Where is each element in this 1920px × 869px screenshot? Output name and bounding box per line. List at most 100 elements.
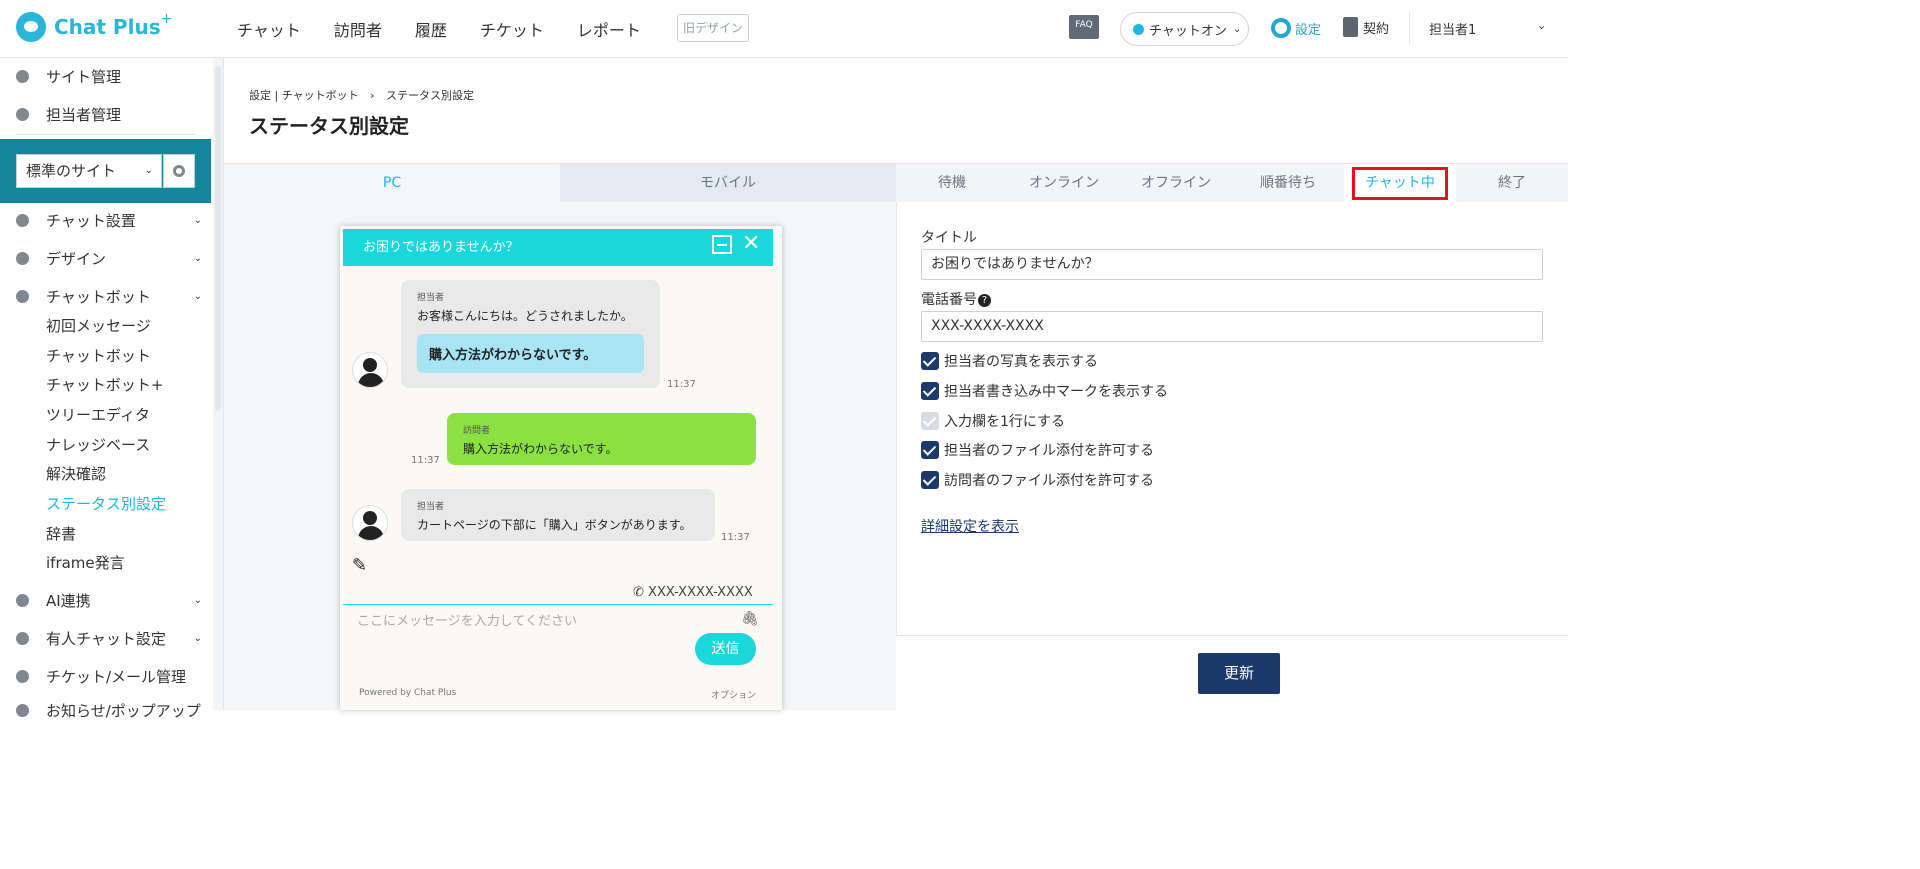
site-select[interactable]: 標準のサイト ⌄ — [16, 154, 162, 188]
sidebar-subitem-dictionary[interactable]: 辞書 — [46, 523, 76, 544]
user-menu[interactable]: 担当者1 — [1429, 19, 1476, 38]
help-icon[interactable]: ? — [978, 294, 991, 307]
checkbox-label: 訪問者のファイル添付を許可する — [944, 473, 1154, 489]
nav-history[interactable]: 履歴 — [415, 17, 447, 41]
checkbox-icon[interactable] — [921, 471, 939, 489]
tab-mobile[interactable]: モバイル — [560, 164, 896, 202]
sidebar-item-label: AI連携 — [46, 592, 91, 610]
breadcrumb: 設定 | チャットボット › ステータス別設定 — [249, 87, 474, 103]
sidebar-subitem-chatbot-plus[interactable]: チャットボット+ — [46, 374, 163, 395]
message-time: 11:37 — [411, 455, 440, 466]
checkbox-typing-mark[interactable]: 担当者書き込み中マークを表示する — [921, 381, 1168, 401]
update-button[interactable]: 更新 — [1198, 653, 1280, 694]
sidebar-item-design[interactable]: デザイン ⌄ — [16, 248, 202, 269]
breadcrumb-separator: › — [370, 89, 375, 102]
sender-name: 訪問者 — [463, 426, 491, 436]
message-input[interactable]: ここにメッセージを入力してください — [357, 610, 577, 629]
old-design-button[interactable]: 旧デザイン — [677, 14, 749, 42]
sidebar-scroll-thumb[interactable] — [215, 66, 221, 411]
sidebar-subitem-chatbot[interactable]: チャットボット — [46, 345, 151, 366]
sidebar-item-label: チャットボット — [46, 288, 151, 306]
breadcrumb-root[interactable]: 設定 | チャットボット — [249, 89, 359, 102]
user-icon — [16, 108, 29, 121]
checkbox-single-line: 入力欄を1行にする — [921, 411, 1065, 431]
divider — [896, 635, 1568, 636]
site-settings-button[interactable] — [163, 154, 195, 188]
tab-in-chat[interactable]: チャット中 — [1344, 164, 1456, 202]
paperclip-icon[interactable]: 🖇 — [741, 611, 759, 627]
headset-icon — [16, 632, 29, 645]
sidebar-item-ai[interactable]: AI連携 ⌄ — [16, 590, 202, 611]
checkbox-icon[interactable] — [921, 352, 939, 370]
send-button[interactable]: 送信 — [695, 633, 756, 665]
tab-pc[interactable]: PC — [224, 164, 560, 202]
sidebar-subitem-knowledge-base[interactable]: ナレッジベース — [46, 434, 150, 455]
message-time: 11:37 — [667, 379, 696, 390]
sidebar-subitem-first-message[interactable]: 初回メッセージ — [46, 315, 151, 336]
checkbox-show-photo[interactable]: 担当者の写真を表示する — [921, 351, 1098, 371]
chevron-down-icon[interactable]: ⌄ — [1537, 19, 1546, 32]
settings-label: 設定 — [1295, 22, 1322, 38]
chat-icon — [16, 290, 29, 303]
status-tabs: 待機 オンライン オフライン 順番待ち チャット中 終了 — [896, 164, 1568, 202]
sidebar-item-chatbot[interactable]: チャットボット ⌄ — [16, 286, 202, 307]
sidebar-item-notice-popup[interactable]: お知らせ/ポップアップ — [16, 700, 202, 721]
chat-status-label: チャットオン — [1149, 23, 1227, 39]
nav-tickets[interactable]: チケット — [480, 17, 544, 41]
tab-queue[interactable]: 順番待ち — [1232, 164, 1344, 202]
minimize-icon[interactable] — [712, 235, 732, 254]
powered-by-text: Powered by Chat Plus — [359, 688, 457, 698]
sidebar-item-staff-management[interactable]: 担当者管理 — [16, 104, 202, 125]
phone-input[interactable]: XXX-XXXX-XXXX — [921, 311, 1543, 342]
phone-label-text: 電話番号 — [921, 292, 977, 308]
checkbox-operator-attach[interactable]: 担当者のファイル添付を許可する — [921, 440, 1154, 460]
sidebar-subitem-tree-editor[interactable]: ツリーエディタ — [46, 404, 150, 425]
ticket-icon — [16, 670, 29, 683]
sidebar-item-chat-setup[interactable]: チャット設置 ⌄ — [16, 210, 202, 231]
checkbox-icon[interactable] — [921, 441, 939, 459]
bell-icon — [16, 704, 29, 717]
sidebar-item-site-management[interactable]: サイト管理 — [16, 66, 202, 87]
sidebar-item-live-chat[interactable]: 有人チャット設定 ⌄ — [16, 628, 202, 649]
document-icon — [1343, 17, 1358, 37]
operator-message: 担当者 お客様こんにちは。どうされましたか。 購入方法がわからないです。 — [401, 280, 660, 388]
show-detail-settings-link[interactable]: 詳細設定を表示 — [921, 516, 1019, 536]
page-header: 設定 | チャットボット › ステータス別設定 ステータス別設定 — [224, 58, 1568, 164]
faq-icon[interactable]: FAQ — [1069, 15, 1099, 39]
tab-in-chat-label: チャット中 — [1352, 167, 1448, 200]
checkbox-visitor-attach[interactable]: 訪問者のファイル添付を許可する — [921, 470, 1154, 490]
logo[interactable]: Chat Plus + — [16, 11, 172, 42]
sidebar-subitem-status-settings[interactable]: ステータス別設定 — [46, 493, 166, 514]
phone-text: XXX-XXXX-XXXX — [648, 585, 753, 600]
settings-panel — [896, 164, 1568, 710]
gear-icon — [173, 165, 185, 177]
tab-offline[interactable]: オフライン — [1120, 164, 1232, 202]
logo-text: Chat Plus — [54, 15, 161, 39]
checkbox-icon[interactable] — [921, 382, 939, 400]
nav-chat[interactable]: チャット — [237, 17, 301, 41]
choice-button[interactable]: 購入方法がわからないです。 — [417, 334, 644, 373]
tab-online[interactable]: オンライン — [1008, 164, 1120, 202]
title-input[interactable]: お困りではありませんか？ — [921, 249, 1543, 280]
divider — [1409, 12, 1410, 44]
sidebar-subitem-resolution-check[interactable]: 解決確認 — [46, 463, 106, 484]
message-text: お客様こんにちは。どうされましたか。 — [417, 309, 633, 323]
visitor-message: 訪問者 購入方法がわからないです。 — [447, 413, 756, 465]
close-icon[interactable]: ✕ — [742, 230, 760, 257]
nav-visitors[interactable]: 訪問者 — [334, 17, 382, 41]
chat-status-dropdown[interactable]: チャットオン ⌄ — [1120, 12, 1249, 46]
site-select-value: 標準のサイト — [26, 162, 117, 180]
sender-name: 担当者 — [417, 502, 445, 512]
sidebar-item-label: チャット設置 — [46, 212, 136, 230]
option-link[interactable]: オプション — [711, 688, 756, 701]
sidebar-item-ticket-mail[interactable]: チケット/メール管理 — [16, 666, 202, 687]
nav-reports[interactable]: レポート — [577, 17, 641, 41]
checkbox-label: 担当者書き込み中マークを表示する — [944, 384, 1168, 400]
contract-link[interactable]: 契約 — [1343, 17, 1389, 37]
gear-icon — [1271, 18, 1291, 38]
sidebar-subitem-iframe[interactable]: iframe発言 — [46, 552, 125, 573]
settings-link[interactable]: 設定 — [1271, 18, 1321, 38]
status-dot-icon — [1133, 23, 1144, 35]
tab-waiting[interactable]: 待機 — [896, 164, 1008, 202]
tab-ended[interactable]: 終了 — [1456, 164, 1568, 202]
